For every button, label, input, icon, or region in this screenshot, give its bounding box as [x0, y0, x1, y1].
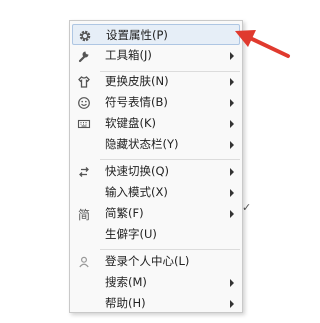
annotation-arrow-icon — [235, 30, 290, 58]
